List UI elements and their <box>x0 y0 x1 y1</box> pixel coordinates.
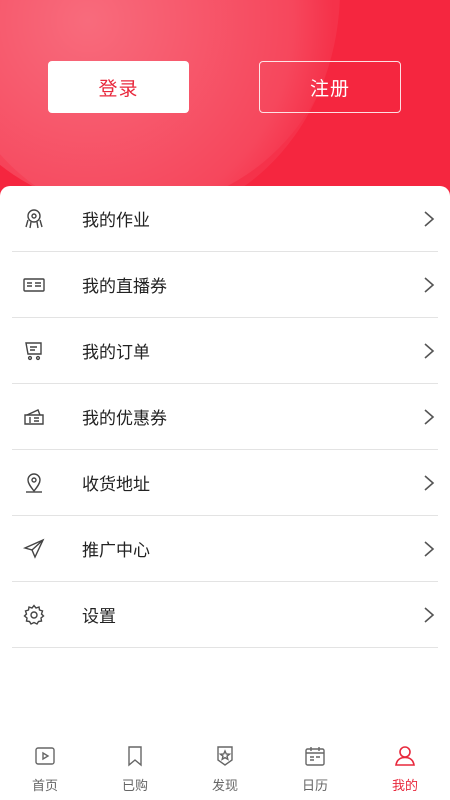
tab-purchased[interactable]: 已购 <box>90 735 180 800</box>
order-cart-icon <box>22 339 46 363</box>
location-pin-icon <box>22 471 46 495</box>
menu-item-settings[interactable]: 设置 <box>12 582 438 648</box>
user-icon <box>392 743 418 769</box>
chevron-right-icon <box>424 342 435 359</box>
tab-label: 发现 <box>211 779 238 794</box>
menu-item-coupons[interactable]: 我的优惠券 <box>12 384 438 450</box>
calendar-icon <box>302 743 328 769</box>
paper-plane-icon <box>22 537 46 561</box>
tab-label: 首页 <box>31 779 58 794</box>
menu-item-orders[interactable]: 我的订单 <box>12 318 438 384</box>
badge-star-icon <box>212 743 238 769</box>
bookmark-icon <box>122 743 148 769</box>
tab-label: 我的 <box>391 779 418 794</box>
menu-item-label: 推广中心 <box>82 541 150 561</box>
tab-calendar[interactable]: 日历 <box>270 735 360 800</box>
home-play-icon <box>32 743 58 769</box>
tab-home[interactable]: 首页 <box>0 735 90 800</box>
chevron-right-icon <box>424 276 435 293</box>
tab-discover[interactable]: 发现 <box>180 735 270 800</box>
tab-label: 日历 <box>301 779 328 794</box>
ticket-icon <box>22 273 46 297</box>
login-button[interactable]: 登录 <box>48 61 189 113</box>
chevron-right-icon <box>424 210 435 227</box>
chevron-right-icon <box>424 474 435 491</box>
gear-icon <box>22 603 46 627</box>
menu-item-live-ticket[interactable]: 我的直播券 <box>12 252 438 318</box>
chevron-right-icon <box>424 606 435 623</box>
register-button[interactable]: 注册 <box>259 61 401 113</box>
homework-icon <box>22 207 46 231</box>
menu-item-label: 我的优惠券 <box>82 409 167 429</box>
menu-item-homework[interactable]: 我的作业 <box>12 186 438 252</box>
menu-item-label: 我的作业 <box>82 211 150 231</box>
chevron-right-icon <box>424 540 435 557</box>
menu-item-label: 我的直播券 <box>82 277 167 297</box>
menu-item-label: 设置 <box>82 607 116 627</box>
menu-item-label: 收货地址 <box>82 475 150 495</box>
chevron-right-icon <box>424 408 435 425</box>
bottom-tab-bar: 首页 已购 发现 日历 我的 <box>0 735 450 800</box>
menu-card: 我的作业 我的直播券 我的订单 我的优惠券 收货地址 推广中心 设置 <box>0 186 450 800</box>
coupon-icon <box>22 405 46 429</box>
profile-header: 登录 注册 <box>0 0 450 215</box>
tab-label: 已购 <box>121 779 148 794</box>
menu-item-promotion[interactable]: 推广中心 <box>12 516 438 582</box>
menu-item-label: 我的订单 <box>82 343 150 363</box>
tab-mine[interactable]: 我的 <box>360 735 450 800</box>
menu-item-address[interactable]: 收货地址 <box>12 450 438 516</box>
